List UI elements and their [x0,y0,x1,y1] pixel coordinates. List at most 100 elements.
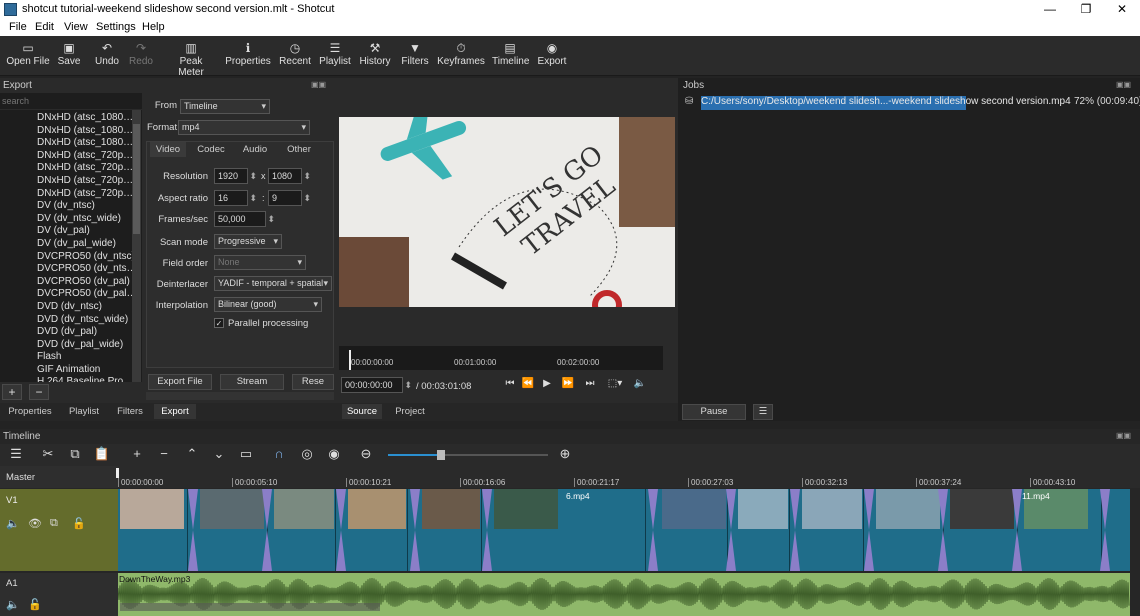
menu-settings[interactable]: Settings [96,21,136,33]
peak-meter-button[interactable]: ▥ Peak Meter [166,40,216,78]
from-select[interactable]: Timeline [180,99,270,114]
close-button[interactable]: ✕ [1104,0,1140,19]
play-icon[interactable]: ▶ [538,378,556,389]
maximize-button[interactable]: ❐ [1068,0,1104,19]
preset-search-input[interactable] [0,93,142,109]
split-icon[interactable]: ▭ [236,446,256,462]
preset-item[interactable]: DNxHD (atsc_1080… [37,137,142,150]
job-path[interactable]: C:/Users/sony/Desktop/weekend slidesh...… [701,96,1071,110]
ripple-icon[interactable]: ◉ [324,446,344,462]
video-clip[interactable] [1022,489,1102,571]
append-icon[interactable]: + [127,446,147,461]
interpolation-select[interactable]: Bilinear (good) [214,297,322,312]
properties-button[interactable]: ℹ Properties [224,40,272,67]
preset-item[interactable]: DV (dv_ntsc_wide) [37,213,142,226]
undo-button[interactable]: ↶ Undo [92,40,122,67]
skip-end-icon[interactable]: ⏭ [580,378,600,389]
export-hscroll[interactable] [146,392,334,400]
overwrite-icon[interactable]: ⌄ [209,446,229,462]
video-clip[interactable] [948,489,1018,571]
video-clip[interactable] [660,489,728,571]
history-button[interactable]: ⚒ History [358,40,392,67]
cut-icon[interactable]: ✂ [38,446,58,462]
volume-icon[interactable]: 🔈 [630,378,650,389]
preset-item[interactable]: DV (dv_ntsc) [37,200,142,213]
preset-item[interactable]: DNxHD (atsc_720p… [37,150,142,163]
preset-item[interactable]: DNxHD (atsc_1080… [37,112,142,125]
redo-button[interactable]: ↷ Redo [126,40,156,67]
recent-button[interactable]: ◷ Recent [278,40,312,67]
add-preset-button[interactable]: + [2,384,22,400]
video-clip[interactable] [118,489,188,571]
preset-scrollbar[interactable] [132,110,141,382]
keyframes-button[interactable]: ⏱ Keyframes [436,40,486,67]
parallel-checkbox[interactable]: ✓ [214,318,224,328]
mute-icon[interactable]: 🔈 [6,517,20,530]
a1-mute-icon[interactable]: 🔈 [6,598,20,611]
save-button[interactable]: ▣ Save [54,40,84,67]
preset-item[interactable]: Flash [37,351,142,364]
preset-item[interactable]: DVD (dv_ntsc) [37,301,142,314]
timeline-dock-buttons[interactable]: ▣▣ [1116,431,1131,440]
video-clip[interactable] [492,489,646,571]
preset-item[interactable]: DNxHD (atsc_720p… [37,175,142,188]
video-clip[interactable] [874,489,944,571]
tab-filters[interactable]: Filters [112,404,148,419]
timeline-hscroll[interactable] [120,603,380,611]
eye-icon[interactable]: 👁 [28,517,42,530]
deinterlacer-select[interactable]: YADIF - temporal + spatial [214,276,332,291]
position-timecode-input[interactable]: 00:00:00:00 [341,377,412,393]
composite-icon[interactable]: ⧉ [50,517,58,530]
export-file-button[interactable]: Export File [148,374,212,390]
preset-item[interactable]: H.264 Baseline Pro… [37,376,142,382]
remove-icon[interactable]: − [154,446,174,461]
preset-item[interactable]: DVD (dv_pal) [37,326,142,339]
scan-mode-select[interactable]: Progressive [214,234,282,249]
scrub-icon[interactable]: ◎ [297,446,317,462]
tab-codec[interactable]: Codec [192,142,230,157]
fps-input[interactable]: 50,000 [214,211,275,227]
playlist-button[interactable]: ☰ Playlist [318,40,352,67]
copy-icon[interactable]: ⧉ [65,446,85,462]
menu-file[interactable]: File [9,21,27,33]
rewind-icon[interactable]: ⏪ [518,378,538,389]
pause-button[interactable]: Pause [682,404,746,420]
remove-preset-button[interactable]: − [29,384,49,400]
dock-buttons[interactable]: ▣▣ [311,80,326,89]
zoom-out-icon[interactable]: ⊖ [356,446,376,462]
tab-source[interactable]: Source [342,404,382,419]
tab-playlist[interactable]: Playlist [62,404,106,419]
preset-item[interactable]: DNxHD (atsc_1080… [37,125,142,138]
snap-icon[interactable]: ∩ [269,446,289,461]
preset-item[interactable]: DVD (dv_ntsc_wide) [37,314,142,327]
preset-item[interactable]: DVCPRO50 (dv_pal… [37,288,142,301]
format-select[interactable]: mp4 [178,120,310,135]
stream-button[interactable]: Stream [220,374,284,390]
video-clip[interactable] [272,489,336,571]
tab-properties[interactable]: Properties [4,404,56,419]
tab-audio[interactable]: Audio [236,142,274,157]
zoom-in-icon[interactable]: ⊕ [555,446,575,462]
menu-edit[interactable]: Edit [35,21,54,33]
preset-item[interactable]: GIF Animation [37,364,142,377]
preset-item[interactable]: DV (dv_pal_wide) [37,238,142,251]
export-button[interactable]: ◉ Export [536,40,568,67]
jobs-menu-button[interactable]: ☰ [753,404,773,420]
timeline-playhead[interactable] [116,468,121,478]
video-clip[interactable] [198,489,268,571]
preset-item[interactable]: DNxHD (atsc_720p… [37,162,142,175]
video-clip[interactable] [736,489,790,571]
menu-view[interactable]: View [64,21,88,33]
lock-icon[interactable]: 🔓 [72,517,86,530]
preset-item[interactable]: DVD (dv_pal_wide) [37,339,142,352]
resolution-height-input[interactable]: 1080 [268,168,311,184]
preset-item[interactable]: DVCPRO50 (dv_nts… [37,263,142,276]
video-clip[interactable] [800,489,864,571]
skip-start-icon[interactable]: ⏮ [500,378,520,389]
lift-icon[interactable]: ⌃ [182,446,202,462]
jobs-dock-buttons[interactable]: ▣▣ [1116,80,1131,89]
preset-item[interactable]: DVCPRO50 (dv_ntsc) [37,251,142,264]
zoom-menu-icon[interactable]: ⬚▾ [602,378,628,389]
preset-item[interactable]: DNxHD (atsc_720p… [37,188,142,201]
preset-item[interactable]: DV (dv_pal) [37,225,142,238]
